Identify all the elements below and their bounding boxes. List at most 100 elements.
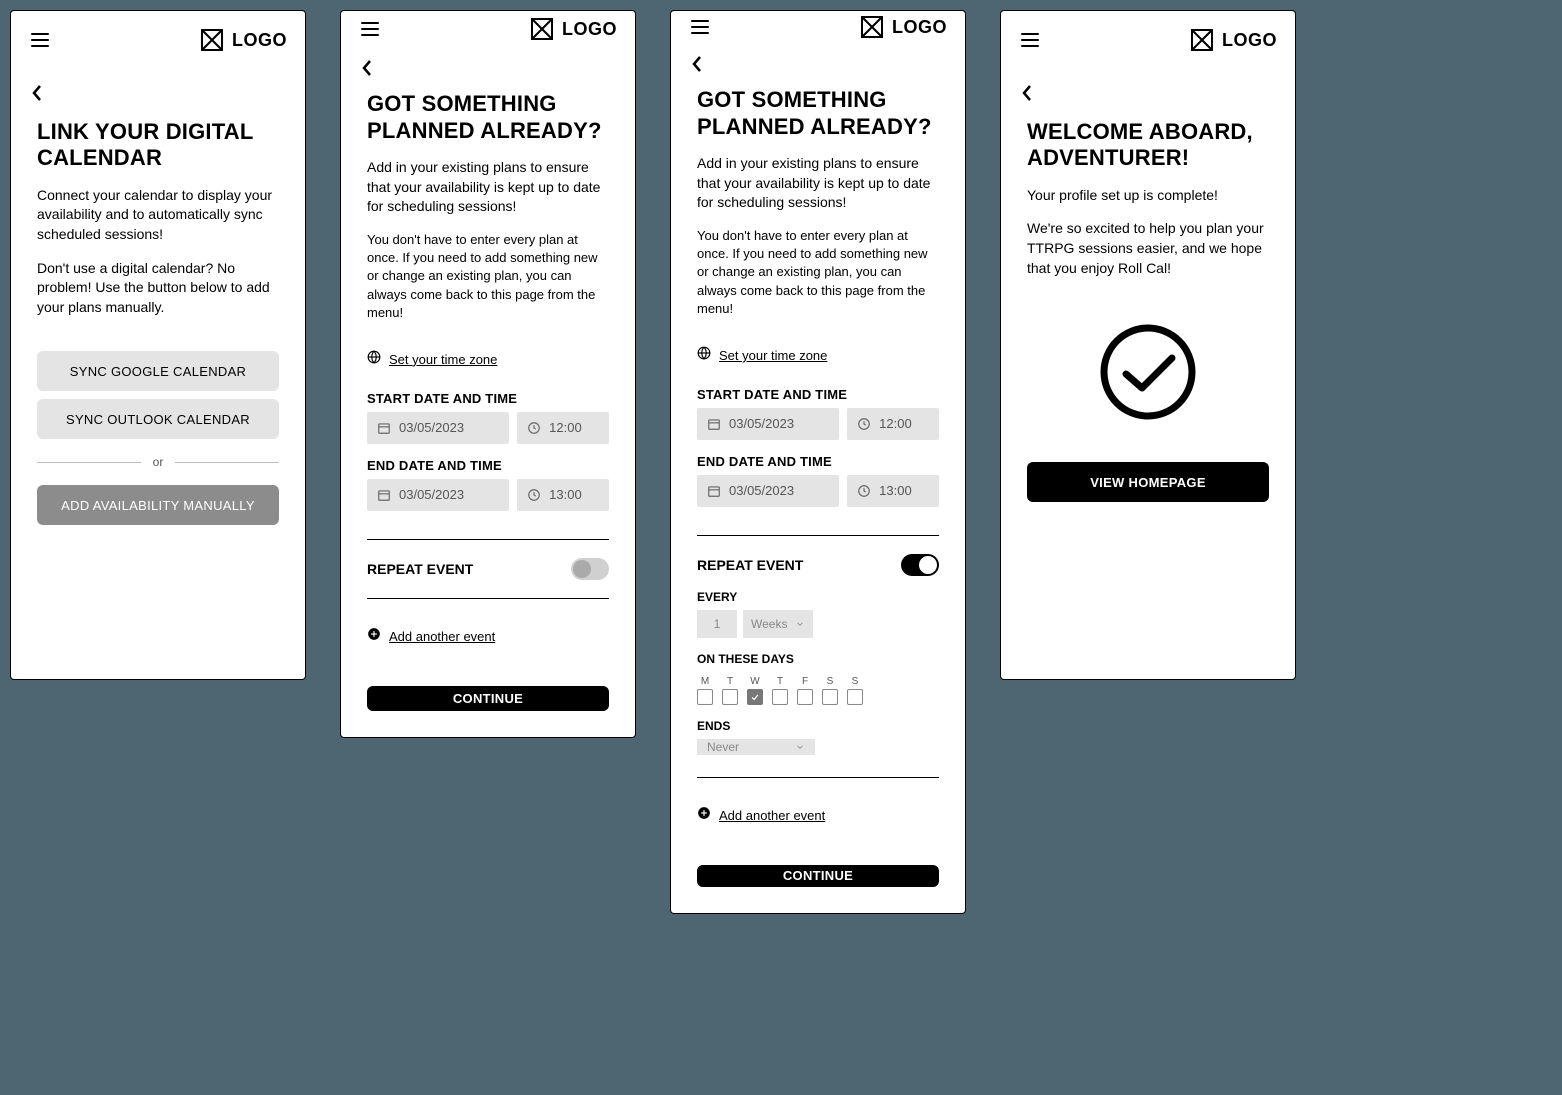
menu-icon[interactable] — [1019, 29, 1041, 51]
end-date-input[interactable]: 03/05/2023 — [697, 475, 839, 507]
day-checkbox-sun[interactable] — [847, 689, 863, 705]
add-event-link[interactable]: Add another event — [389, 629, 495, 644]
repeat-toggle[interactable] — [571, 558, 609, 580]
ends-label: ENDS — [697, 719, 939, 733]
menu-icon[interactable] — [359, 18, 381, 40]
logo-mark-icon — [530, 17, 554, 41]
calendar-icon — [377, 488, 391, 502]
success-check-icon — [1098, 322, 1198, 422]
start-label: START DATE AND TIME — [697, 387, 939, 402]
menu-icon[interactable] — [689, 16, 711, 38]
timezone-link[interactable]: Set your time zone — [719, 348, 827, 363]
sync-outlook-button[interactable]: SYNC OUTLOOK CALENDAR — [37, 399, 279, 439]
every-count-input[interactable]: 1 — [697, 610, 737, 638]
back-icon[interactable] — [31, 81, 55, 105]
chevron-down-icon — [795, 742, 805, 752]
start-time-input[interactable]: 12:00 — [517, 412, 609, 444]
intro-text-1: Connect your calendar to display your av… — [37, 186, 279, 245]
day-checkbox-tue[interactable] — [722, 689, 738, 705]
page-title: GOT SOMETHING PLANNED ALREADY? — [697, 87, 939, 140]
repeat-label: REPEAT EVENT — [697, 557, 803, 573]
add-event-link-row[interactable]: Add another event — [367, 627, 609, 646]
intro-text-2: You don't have to enter every plan at on… — [697, 227, 939, 318]
logo: LOGO — [530, 17, 617, 41]
back-icon[interactable] — [361, 59, 385, 77]
logo-mark-icon — [1190, 28, 1214, 52]
calendar-icon — [707, 484, 721, 498]
intro-text-2: We're so excited to help you plan your T… — [1027, 219, 1269, 278]
end-label: END DATE AND TIME — [367, 458, 609, 473]
view-homepage-button[interactable]: VIEW HOMEPAGE — [1027, 462, 1269, 502]
day-checkbox-mon[interactable] — [697, 689, 713, 705]
logo-text: LOGO — [232, 30, 287, 51]
end-date-input[interactable]: 03/05/2023 — [367, 479, 509, 511]
intro-text-2: You don't have to enter every plan at on… — [367, 231, 609, 322]
screen-link-calendar: LOGO LINK YOUR DIGITAL CALENDAR Connect … — [10, 10, 306, 680]
clock-icon — [857, 484, 871, 498]
chevron-down-icon — [795, 619, 805, 629]
start-label: START DATE AND TIME — [367, 391, 609, 406]
timezone-link-row[interactable]: Set your time zone — [367, 350, 609, 369]
plus-circle-icon — [697, 806, 711, 825]
separator — [367, 539, 609, 540]
add-event-link-row[interactable]: Add another event — [697, 806, 939, 825]
screen-add-event-repeat-off: LOGO GOT SOMETHING PLANNED ALREADY? Add … — [340, 10, 636, 738]
add-event-link[interactable]: Add another event — [719, 808, 825, 823]
end-time-input[interactable]: 13:00 — [847, 475, 939, 507]
globe-icon — [697, 346, 711, 365]
back-icon[interactable] — [691, 55, 715, 73]
screen-welcome: LOGO WELCOME ABOARD, ADVENTURER! Your pr… — [1000, 10, 1296, 680]
separator — [367, 598, 609, 599]
sync-google-button[interactable]: SYNC GOOGLE CALENDAR — [37, 351, 279, 391]
logo-text: LOGO — [892, 17, 947, 38]
day-checkbox-fri[interactable] — [797, 689, 813, 705]
end-time-input[interactable]: 13:00 — [517, 479, 609, 511]
logo-mark-icon — [860, 15, 884, 39]
day-checkbox-wed[interactable] — [747, 689, 763, 705]
logo-mark-icon — [200, 28, 224, 52]
intro-text-1: Your profile set up is complete! — [1027, 186, 1269, 206]
logo: LOGO — [200, 28, 287, 52]
logo: LOGO — [1190, 28, 1277, 52]
clock-icon — [527, 421, 541, 435]
clock-icon — [527, 488, 541, 502]
ends-select[interactable]: Never — [697, 739, 815, 755]
every-unit-select[interactable]: Weeks — [743, 610, 813, 638]
timezone-link-row[interactable]: Set your time zone — [697, 346, 939, 365]
plus-circle-icon — [367, 627, 381, 646]
end-label: END DATE AND TIME — [697, 454, 939, 469]
top-bar: LOGO — [359, 11, 617, 47]
separator — [697, 535, 939, 536]
or-text: or — [153, 455, 164, 469]
globe-icon — [367, 350, 381, 369]
calendar-icon — [707, 417, 721, 431]
page-title: LINK YOUR DIGITAL CALENDAR — [37, 119, 279, 172]
screen-add-event-repeat-on: LOGO GOT SOMETHING PLANNED ALREADY? Add … — [670, 10, 966, 914]
continue-button[interactable]: CONTINUE — [697, 865, 939, 887]
top-bar: LOGO — [29, 11, 287, 69]
timezone-link[interactable]: Set your time zone — [389, 352, 497, 367]
add-manually-button[interactable]: ADD AVAILABILITY MANUALLY — [37, 485, 279, 525]
continue-button[interactable]: CONTINUE — [367, 686, 609, 711]
or-divider: or — [37, 455, 279, 469]
back-icon[interactable] — [1021, 81, 1045, 105]
start-date-input[interactable]: 03/05/2023 — [697, 408, 839, 440]
days-row: M T W T F S S — [697, 676, 939, 705]
every-label: EVERY — [697, 590, 939, 604]
start-time-input[interactable]: 12:00 — [847, 408, 939, 440]
repeat-label: REPEAT EVENT — [367, 561, 473, 577]
days-label: ON THESE DAYS — [697, 652, 939, 666]
day-checkbox-sat[interactable] — [822, 689, 838, 705]
top-bar: LOGO — [1019, 11, 1277, 69]
day-checkbox-thu[interactable] — [772, 689, 788, 705]
start-date-input[interactable]: 03/05/2023 — [367, 412, 509, 444]
repeat-toggle[interactable] — [901, 554, 939, 576]
clock-icon — [857, 417, 871, 431]
intro-text-1: Add in your existing plans to ensure tha… — [367, 158, 609, 217]
menu-icon[interactable] — [29, 29, 51, 51]
logo-text: LOGO — [1222, 30, 1277, 51]
page-title: GOT SOMETHING PLANNED ALREADY? — [367, 91, 609, 144]
logo: LOGO — [860, 15, 947, 39]
separator — [697, 777, 939, 778]
logo-text: LOGO — [562, 19, 617, 40]
